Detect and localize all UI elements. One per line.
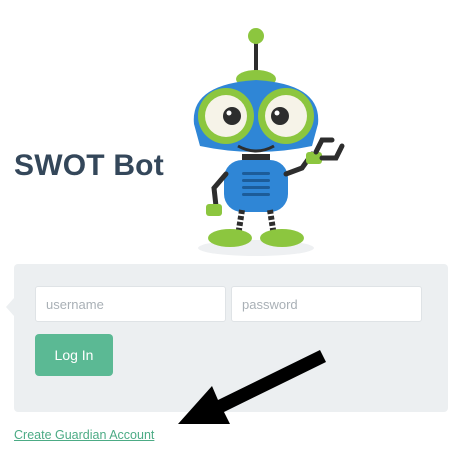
pointer-arrow-icon bbox=[178, 350, 326, 424]
create-guardian-account-link[interactable]: Create Guardian Account bbox=[14, 428, 154, 442]
page-title: SWOT Bot bbox=[14, 149, 164, 182]
username-input[interactable] bbox=[35, 286, 226, 322]
panel-notch bbox=[6, 298, 14, 316]
robot-mascot-icon bbox=[193, 28, 345, 256]
password-input[interactable] bbox=[231, 286, 422, 322]
login-page: SWOT Bot username Log In Create Guardian… bbox=[0, 0, 466, 451]
login-button[interactable]: Log In bbox=[35, 334, 113, 376]
